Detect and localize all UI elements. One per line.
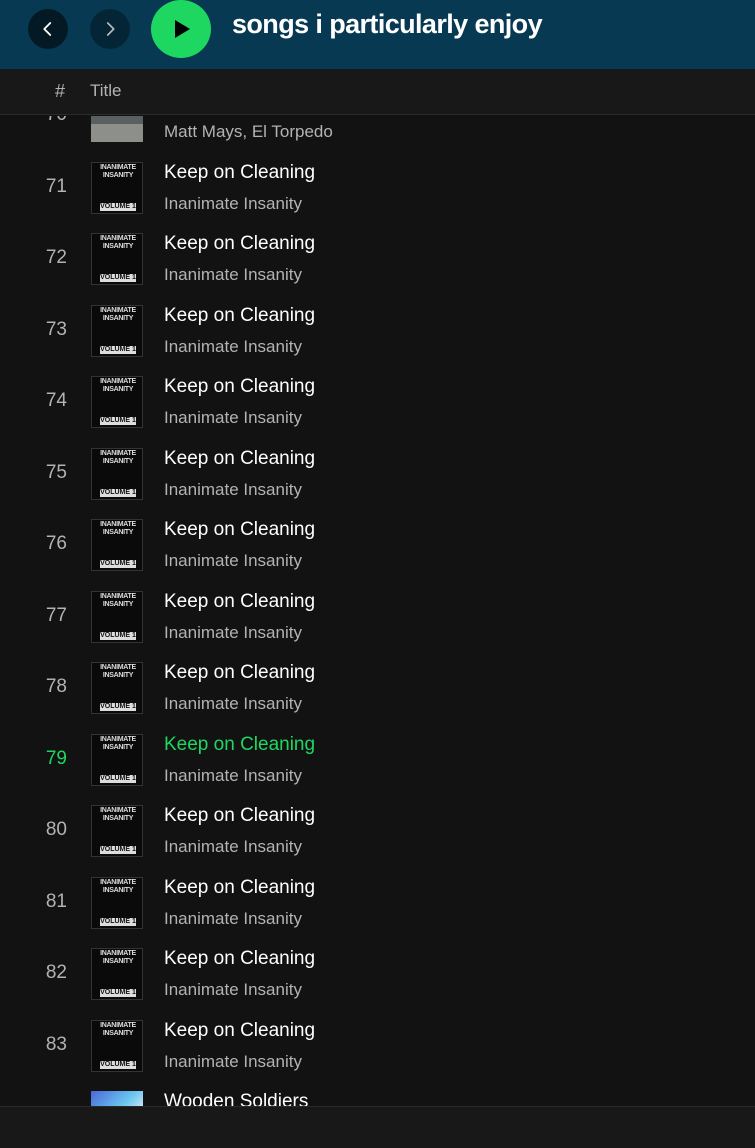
album-art (91, 116, 143, 142)
track-title[interactable]: Keep on Cleaning (164, 734, 315, 756)
track-row-playing[interactable]: 79 INANIMATE INSANITY VOLUME 1 Keep on Cl… (0, 724, 755, 796)
track-title[interactable]: Keep on Cleaning (164, 448, 315, 470)
album-art: INANIMATE INSANITY VOLUME 1 (91, 1019, 143, 1072)
playlist-title: songs i particularly enjoy (232, 9, 543, 39)
track-number: 75 (45, 461, 67, 483)
track-number: 80 (45, 819, 67, 840)
track-row[interactable]: 77 INANIMATE INSANITY VOLUME 1 Keep on Cl… (0, 581, 755, 653)
album-art: INANIMATE INSANITY VOLUME 1 (91, 519, 143, 571)
track-title[interactable]: Keep on Cleaning (164, 1020, 315, 1042)
track-row[interactable]: 72 INANIMATE INSANITY VOLUME 1 Keep on Cl… (0, 223, 755, 295)
track-artist[interactable]: Inanimate Insanity (164, 909, 302, 929)
track-title[interactable]: Keep on Cleaning (164, 376, 315, 398)
track-artist[interactable]: Inanimate Insanity (164, 265, 302, 285)
track-artist[interactable]: Inanimate Insanity (164, 194, 302, 214)
track-number: 78 (45, 676, 67, 697)
track-artist[interactable]: Inanimate Insanity (164, 551, 302, 571)
album-art: INANIMATE INSANITY VOLUME 1 (91, 376, 143, 428)
column-header: # Title (0, 69, 755, 115)
chevron-right-icon (106, 22, 115, 36)
album-art: INANIMATE INSANITY VOLUME 1 (91, 161, 143, 214)
track-number: 73 (45, 318, 67, 340)
track-title[interactable]: Keep on Cleaning (164, 877, 315, 899)
back-button[interactable] (28, 9, 68, 49)
album-art (91, 1091, 143, 1106)
album-art: INANIMATE INSANITY VOLUME 1 (91, 805, 143, 857)
track-row[interactable]: 81 INANIMATE INSANITY VOLUME 1 Keep on Cl… (0, 867, 755, 939)
track-artist[interactable]: Matt Mays, El Torpedo (164, 122, 333, 142)
track-artist[interactable]: Inanimate Insanity (164, 766, 302, 786)
forward-button[interactable] (90, 9, 130, 49)
track-artist[interactable]: Inanimate Insanity (164, 837, 302, 857)
album-art: INANIMATE INSANITY VOLUME 1 (91, 447, 143, 500)
track-row[interactable]: 75 INANIMATE INSANITY VOLUME 1 Keep on Cl… (0, 438, 755, 510)
track-artist[interactable]: Inanimate Insanity (164, 694, 302, 714)
album-art: INANIMATE INSANITY VOLUME 1 (91, 304, 143, 357)
track-title[interactable]: Keep on Cleaning (164, 948, 315, 970)
track-number: 72 (45, 247, 67, 268)
track-title[interactable]: Keep on Cleaning (164, 233, 315, 255)
track-number: 76 (45, 533, 67, 554)
track-number: 71 (45, 175, 67, 197)
track-row[interactable]: 80 INANIMATE INSANITY VOLUME 1 Keep on Cl… (0, 795, 755, 867)
track-row[interactable]: 74 INANIMATE INSANITY VOLUME 1 Keep on Cl… (0, 366, 755, 438)
track-row[interactable]: 78 INANIMATE INSANITY VOLUME 1 Keep on Cl… (0, 652, 755, 724)
track-artist[interactable]: Inanimate Insanity (164, 480, 302, 500)
track-title[interactable]: Keep on Cleaning (164, 305, 315, 327)
play-button[interactable] (151, 0, 211, 58)
track-title[interactable]: Wooden Soldiers (164, 1091, 308, 1106)
bottom-bar (0, 1106, 755, 1148)
track-row[interactable]: Wooden Soldiers (0, 1081, 755, 1106)
album-art: INANIMATE INSANITY VOLUME 1 (91, 948, 143, 1000)
track-row[interactable]: 76 INANIMATE INSANITY VOLUME 1 Keep on Cl… (0, 509, 755, 581)
track-title[interactable]: Keep on Cleaning (164, 591, 315, 613)
album-art: INANIMATE INSANITY VOLUME 1 (91, 233, 143, 285)
track-title[interactable]: Keep on Cleaning (164, 519, 315, 541)
track-row[interactable]: 82 INANIMATE INSANITY VOLUME 1 Keep on Cl… (0, 938, 755, 1010)
track-title[interactable]: Keep on Cleaning (164, 662, 315, 684)
track-number: 81 (45, 890, 67, 912)
track-row[interactable]: 70 Matt Mays, El Torpedo (0, 116, 755, 152)
track-list: 70 Matt Mays, El Torpedo 71 INANIMATE IN… (0, 116, 755, 1106)
column-title-header[interactable]: Title (90, 81, 122, 101)
track-row[interactable]: 71 INANIMATE INSANITY VOLUME 1 Keep on Cl… (0, 152, 755, 224)
album-art: INANIMATE INSANITY VOLUME 1 (91, 662, 143, 714)
track-artist[interactable]: Inanimate Insanity (164, 980, 302, 1000)
track-artist[interactable]: Inanimate Insanity (164, 408, 302, 428)
track-title[interactable]: Keep on Cleaning (164, 162, 315, 184)
track-number: 79 (45, 747, 67, 769)
play-icon (175, 20, 190, 38)
track-artist[interactable]: Inanimate Insanity (164, 337, 302, 357)
album-art: INANIMATE INSANITY VOLUME 1 (91, 590, 143, 643)
track-number: 77 (45, 604, 67, 626)
album-art: INANIMATE INSANITY VOLUME 1 (91, 876, 143, 929)
playlist-header: songs i particularly enjoy (0, 0, 755, 69)
chevron-left-icon (43, 22, 52, 36)
track-artist[interactable]: Inanimate Insanity (164, 1052, 302, 1072)
album-art: INANIMATE INSANITY VOLUME 1 (91, 733, 143, 786)
track-row[interactable]: 83 INANIMATE INSANITY VOLUME 1 Keep on Cl… (0, 1010, 755, 1082)
track-artist[interactable]: Inanimate Insanity (164, 623, 302, 643)
track-number: 82 (45, 962, 67, 983)
track-number: 74 (45, 390, 67, 411)
track-number: 70 (46, 116, 67, 126)
track-number: 83 (45, 1033, 67, 1055)
track-title[interactable]: Keep on Cleaning (164, 805, 315, 827)
column-number-header: # (55, 81, 66, 101)
track-row[interactable]: 73 INANIMATE INSANITY VOLUME 1 Keep on Cl… (0, 295, 755, 367)
